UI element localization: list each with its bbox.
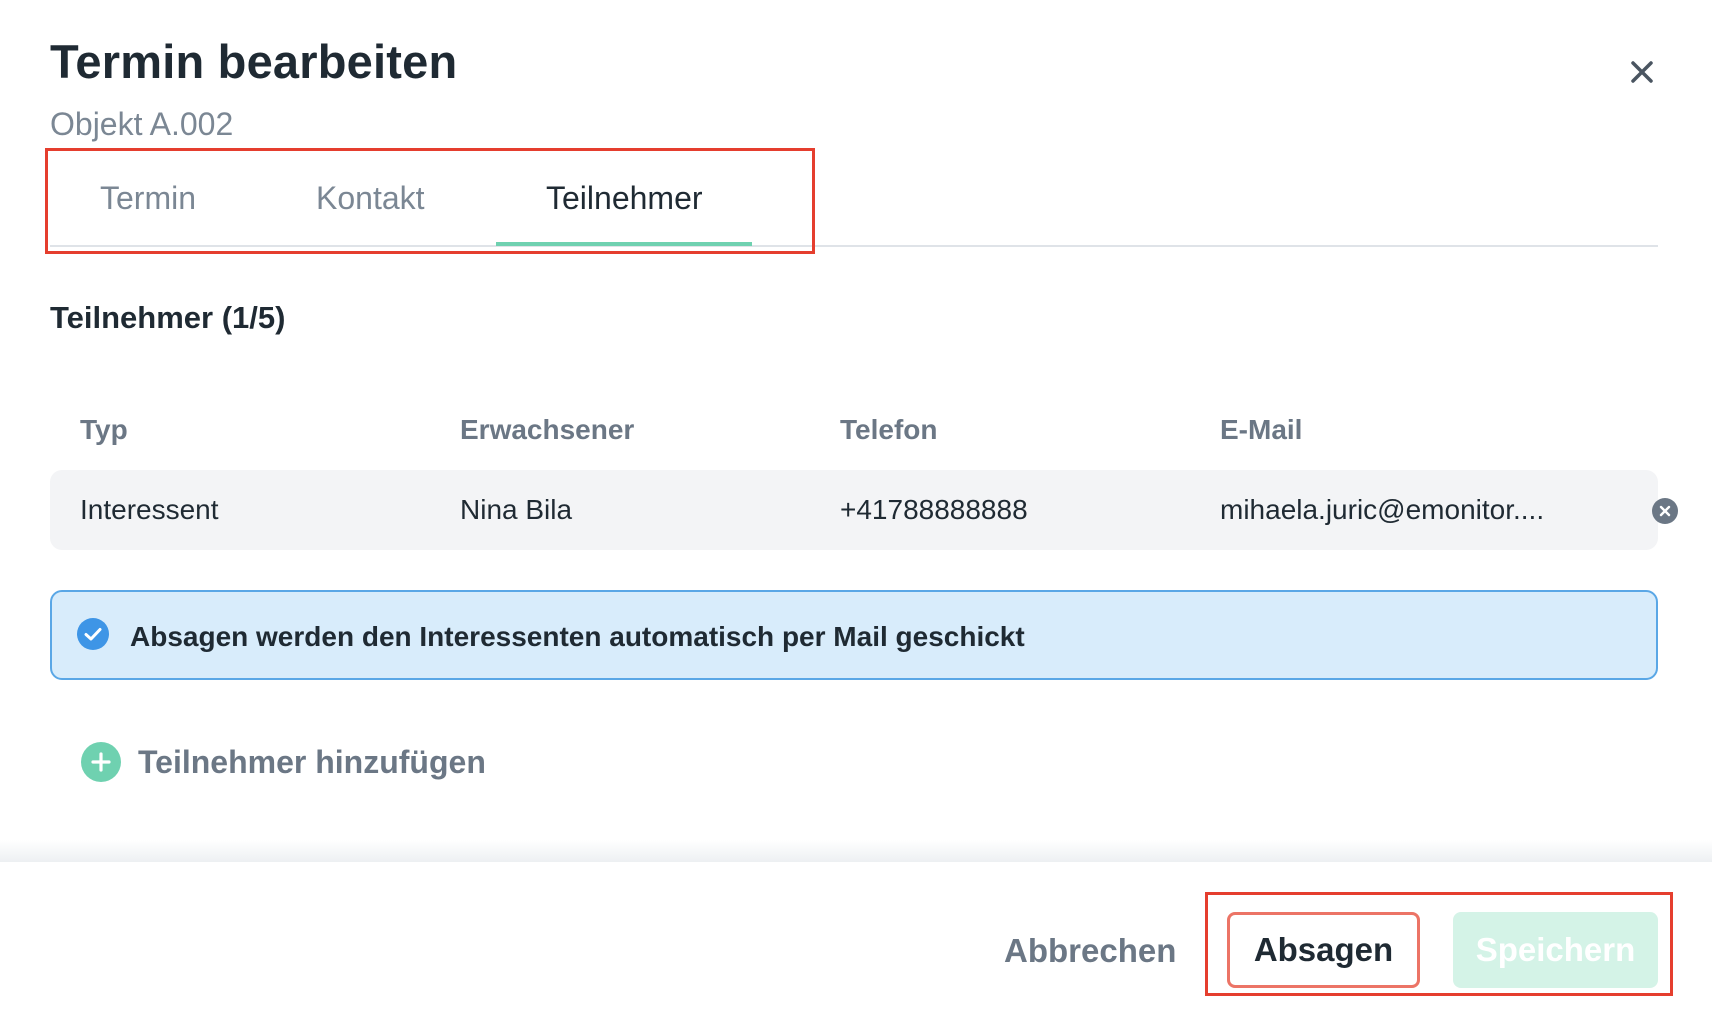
participants-section-title: Teilnehmer (1/5): [50, 300, 286, 335]
tabs-divider: [50, 245, 1658, 247]
edit-appointment-dialog: Termin bearbeiten Objekt A.002 Termin Ko…: [0, 0, 1712, 1028]
remove-participant-button[interactable]: [1651, 497, 1679, 525]
dialog-title: Termin bearbeiten: [50, 35, 458, 88]
cell-name: Nina Bila: [460, 494, 573, 525]
plus-circle-icon: [80, 741, 122, 783]
close-icon: [1631, 61, 1653, 83]
dialog-subtitle: Objekt A.002: [50, 106, 234, 142]
absagen-button[interactable]: Absagen: [1227, 912, 1420, 988]
save-button[interactable]: Speichern: [1453, 912, 1658, 988]
cell-typ: Interessent: [80, 494, 219, 525]
footer-shadow: [0, 840, 1712, 862]
cell-email: mihaela.juric@emonitor....: [1220, 494, 1545, 525]
cancel-button[interactable]: Abbrechen: [1004, 932, 1176, 970]
close-button[interactable]: [1620, 50, 1664, 94]
active-tab-indicator: [496, 242, 752, 246]
info-banner-text: Absagen werden den Interessenten automat…: [130, 621, 1025, 652]
tab-teilnehmer[interactable]: Teilnehmer: [546, 180, 703, 217]
add-participant-label: Teilnehmer hinzufügen: [138, 743, 486, 780]
tab-termin[interactable]: Termin: [100, 180, 196, 217]
info-banner: Absagen werden den Interessenten automat…: [50, 590, 1658, 680]
column-header-email: E-Mail: [1220, 414, 1303, 445]
remove-circle-icon: [1652, 498, 1678, 524]
column-header-erwachsener: Erwachsener: [460, 414, 635, 445]
cell-phone: +41788888888: [840, 494, 1028, 525]
column-header-typ: Typ: [80, 414, 128, 445]
column-header-telefon: Telefon: [840, 414, 938, 445]
table-row: Interessent Nina Bila +41788888888 mihae…: [50, 470, 1678, 550]
add-participant-button[interactable]: Teilnehmer hinzufügen: [80, 740, 486, 784]
check-circle-icon: [76, 617, 110, 651]
tab-kontakt[interactable]: Kontakt: [316, 180, 425, 217]
